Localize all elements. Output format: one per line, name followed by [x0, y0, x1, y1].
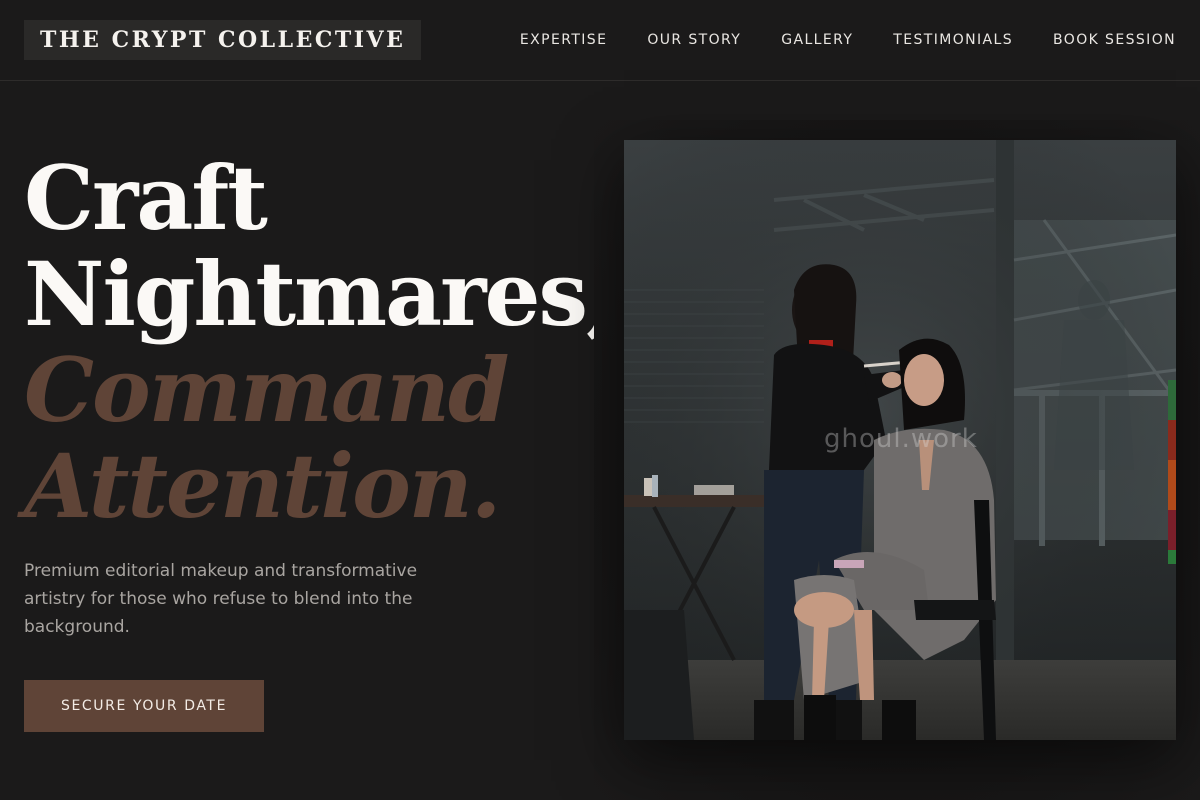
- nav-item-gallery[interactable]: GALLERY: [781, 30, 853, 50]
- hero-photo: ghoul.work: [624, 140, 1176, 740]
- hero-headline-line-1: Craft: [24, 146, 268, 250]
- photo-watermark: ghoul.work: [824, 424, 978, 454]
- hero-headline-line-4: Attention.: [24, 434, 501, 538]
- hero-subtitle: Premium editorial makeup and transformat…: [24, 561, 418, 637]
- hero-headline: Craft Nightmares, Command Attention.: [24, 146, 617, 538]
- nav-item-book-session[interactable]: BOOK SESSION: [1053, 30, 1176, 50]
- hero-headline-line-3: Command: [24, 338, 510, 442]
- brand-logo[interactable]: THE CRYPT COLLECTIVE: [24, 20, 422, 60]
- main-nav: EXPERTISE OUR STORY GALLERY TESTIMONIALS…: [520, 30, 1176, 50]
- secure-your-date-button[interactable]: SECURE YOUR DATE: [24, 680, 264, 732]
- nav-item-our-story[interactable]: OUR STORY: [647, 30, 741, 50]
- site-header: THE CRYPT COLLECTIVE EXPERTISE OUR STORY…: [0, 0, 1200, 81]
- nav-item-expertise[interactable]: EXPERTISE: [520, 30, 607, 50]
- hero-headline-line-2: Nightmares,: [24, 242, 617, 346]
- nav-item-testimonials[interactable]: TESTIMONIALS: [893, 30, 1013, 50]
